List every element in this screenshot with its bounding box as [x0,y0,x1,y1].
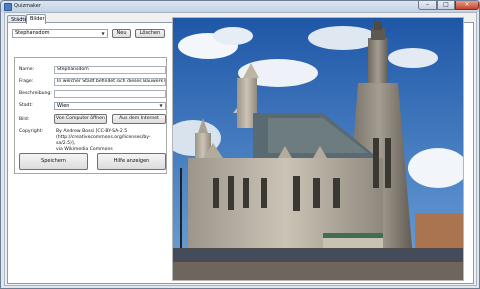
picture-select[interactable]: Stephansdom ▼ [12,29,108,38]
new-button[interactable]: Neu [112,29,131,38]
close-icon: × [464,1,470,8]
city-label: Stadt: [19,103,33,108]
copyright-text: By Andrew Bossi [CC-BY-SA-2.5 (http://cr… [56,129,166,153]
image-label: Bild: [19,117,30,122]
copyright-label: Copyright: [19,129,43,134]
city-select-value: Wien [57,103,70,109]
maximize-icon: □ [443,1,449,8]
copyright-line: (http://creativecommons.org/licenses/by-… [56,135,151,146]
name-field[interactable]: Stephansdom [54,66,166,74]
maximize-button[interactable]: □ [437,1,455,10]
minimize-icon: – [426,1,429,8]
cathedral-photo [172,17,464,281]
question-field[interactable]: In welcher Stadt befindet sich dieses Ba… [54,78,166,86]
chevron-down-icon: ▼ [101,31,105,36]
city-select[interactable]: Wien ▼ [54,102,166,110]
window-title: Quizmaker [14,3,41,9]
name-label: Name: [19,67,35,72]
description-field[interactable] [54,90,166,98]
title-bar[interactable]: Quizmaker – □ × [1,1,479,12]
description-label: Beschreibung: [19,91,52,96]
app-icon [4,3,12,11]
tab-bilder[interactable]: Bilder [26,14,46,24]
picture-select-value: Stephansdom [15,30,50,36]
open-from-internet-button[interactable]: Aus dem Internet [112,114,166,124]
open-from-computer-button[interactable]: Von Computer öffnen [54,114,107,124]
main-window: Quizmaker – □ × Städte Bilder Stephansdo… [0,0,480,289]
chevron-down-icon: ▼ [159,103,163,108]
minimize-button[interactable]: – [418,1,437,10]
details-panel: Name: Stephansdom Frage: In welcher Stad… [14,57,167,174]
question-label: Frage: [19,79,34,84]
show-help-button[interactable]: Hilfe anzeigen [97,153,166,170]
delete-button[interactable]: Löschen [135,29,165,38]
save-button[interactable]: Speichern [19,153,88,170]
close-button[interactable]: × [455,1,479,10]
